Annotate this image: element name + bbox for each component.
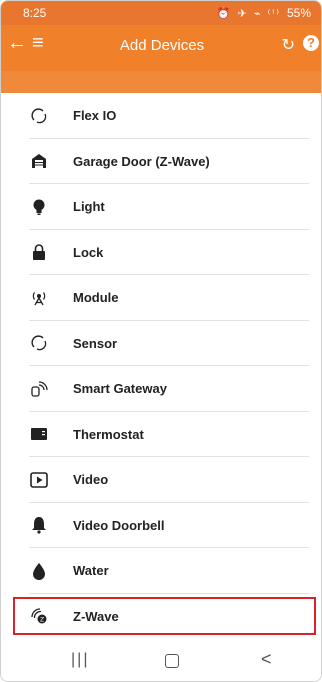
item-label: Garage Door (Z-Wave) (73, 153, 210, 169)
item-label: Light (73, 199, 105, 215)
back-nav-icon[interactable]: < (261, 649, 272, 670)
sensor-icon (29, 333, 49, 353)
lock-icon (29, 242, 49, 262)
item-label: Water (73, 563, 109, 579)
battery-level: 55% (286, 6, 311, 20)
item-label: Lock (73, 244, 104, 260)
status-bar: 8:25 ⏰ ✈ ⌁ ⁽ⁱ⁾ 55% (1, 1, 321, 25)
flex-io-icon (29, 106, 49, 126)
item-label: Thermostat (73, 426, 144, 442)
list-item-garage-door[interactable]: Garage Door (Z-Wave) (1, 139, 321, 185)
device-list: Flex IO Garage Door (Z-Wave) Light Lock … (1, 93, 321, 640)
list-item-module[interactable]: Module (1, 275, 321, 321)
item-label: Module (73, 290, 119, 306)
page-title: Add Devices (119, 37, 205, 54)
list-item-smart-gateway[interactable]: Smart Gateway (1, 366, 321, 412)
list-item-video[interactable]: Video (1, 457, 321, 503)
water-drop-icon (29, 561, 49, 581)
list-item-lock[interactable]: Lock (1, 230, 321, 276)
status-icons: ⏰ ✈ ⌁ ⁽ⁱ⁾ (216, 7, 281, 20)
phone-frame: 8:25 ⏰ ✈ ⌁ ⁽ⁱ⁾ 55% ← ≡ Add Devices ↻ ? F… (0, 0, 322, 682)
list-item-sensor[interactable]: Sensor (1, 321, 321, 367)
z-wave-icon: Z (29, 606, 49, 626)
list-item-video-doorbell[interactable]: Video Doorbell (1, 503, 321, 549)
header-stripe (1, 71, 321, 93)
doorbell-icon (29, 515, 49, 535)
list-item-z-wave[interactable]: Z Z-Wave (1, 594, 321, 640)
svg-text:Z: Z (40, 617, 44, 624)
status-right: ⏰ ✈ ⌁ ⁽ⁱ⁾ 55% (217, 6, 311, 20)
item-label: Z-Wave (73, 608, 119, 624)
item-label: Video (73, 472, 109, 488)
item-label: Flex IO (73, 108, 117, 124)
item-label: Video Doorbell (73, 517, 165, 533)
light-bulb-icon (29, 197, 49, 217)
thermostat-icon (29, 424, 49, 444)
garage-door-icon (29, 151, 49, 171)
list-item-light[interactable]: Light (1, 184, 321, 230)
app-bar: ← ≡ Add Devices ↻ ? (1, 25, 321, 71)
home-icon[interactable] (165, 654, 179, 668)
refresh-icon[interactable]: ↻ (282, 36, 295, 56)
recents-icon[interactable]: ||| (71, 651, 89, 669)
help-icon[interactable]: ? (303, 35, 319, 51)
module-icon (29, 288, 49, 308)
status-time: 8:25 (23, 6, 47, 20)
item-label: Smart Gateway (73, 381, 167, 397)
smart-gateway-icon (29, 379, 49, 399)
list-item-water[interactable]: Water (1, 548, 321, 594)
list-item-thermostat[interactable]: Thermostat (1, 412, 321, 458)
system-nav-bar: ||| < (1, 637, 321, 681)
video-icon (29, 470, 49, 490)
list-item-flex-io[interactable]: Flex IO (1, 93, 321, 139)
item-label: Sensor (73, 335, 118, 351)
